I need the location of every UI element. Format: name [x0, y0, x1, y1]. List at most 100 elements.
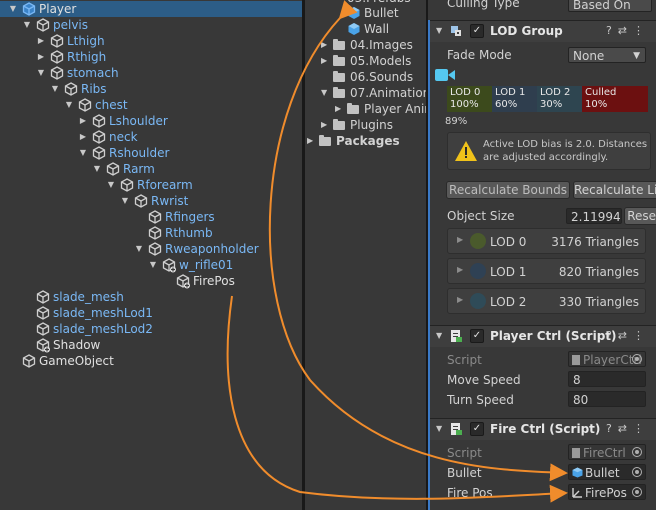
collapse-arrow-icon[interactable]: ▼	[64, 97, 74, 113]
hierarchy-item[interactable]: ▼ Rweaponholder	[0, 241, 302, 257]
turn-speed-field[interactable]: 80	[568, 391, 646, 407]
expand-arrow-icon[interactable]: ▶	[321, 37, 327, 53]
collapse-arrow-icon[interactable]: ▼	[36, 65, 46, 81]
hierarchy-item[interactable]: ▼ Rshoulder	[0, 145, 302, 161]
hierarchy-item[interactable]: GameObject	[0, 353, 302, 369]
component-header-icons[interactable]: ?⇄⋮	[606, 329, 650, 342]
enabled-checkbox[interactable]: ✓	[470, 422, 484, 436]
collapse-arrow-icon[interactable]: ▼	[8, 1, 18, 17]
project-item-label: Player Anim	[364, 102, 426, 116]
expand-arrow-icon[interactable]: ▶	[36, 49, 46, 65]
bullet-object-field[interactable]: Bullet	[568, 464, 646, 480]
collapse-arrow-icon[interactable]: ▼	[321, 85, 327, 101]
hierarchy-item[interactable]: slade_meshLod1	[0, 305, 302, 321]
fire-pos-object-field[interactable]: FirePos	[568, 484, 646, 500]
project-folder-item[interactable]: 06.Sounds	[305, 69, 426, 85]
help-icon[interactable]: ?	[606, 24, 618, 37]
kebab-menu-icon[interactable]: ⋮	[633, 329, 650, 342]
collapse-arrow-icon[interactable]: ▼	[78, 145, 88, 161]
lod-row-1[interactable]: ▶ LOD 1 820 Triangles	[447, 258, 646, 284]
hierarchy-item[interactable]: ▼ Player	[0, 1, 302, 17]
component-header-icons[interactable]: ?⇄⋮	[606, 24, 650, 37]
expand-arrow-icon[interactable]: ▶	[78, 129, 88, 145]
culling-type-dropdown[interactable]: Based On	[568, 0, 652, 12]
hierarchy-item[interactable]: Rfingers	[0, 209, 302, 225]
expand-arrow-icon[interactable]: ▶	[457, 265, 463, 274]
hierarchy-item[interactable]: ▼ Ribs	[0, 81, 302, 97]
hierarchy-item[interactable]: ▼ stomach	[0, 65, 302, 81]
project-folder-item[interactable]: ▶ 05.Models	[305, 53, 426, 69]
project-folder-item[interactable]: ▶ 04.Images	[305, 37, 426, 53]
project-folder-item[interactable]: ▶ Packages	[305, 133, 426, 149]
hierarchy-item[interactable]: FirePos	[0, 273, 302, 289]
preset-icon[interactable]: ⇄	[618, 422, 633, 435]
collapse-arrow-icon[interactable]: ▼	[120, 193, 130, 209]
lod-bar-level-2[interactable]: LOD 2 30%	[537, 86, 582, 112]
fade-mode-dropdown[interactable]: None ▼	[568, 47, 646, 63]
move-speed-field[interactable]: 8	[568, 371, 646, 387]
collapse-arrow-icon[interactable]: ▼	[106, 177, 116, 193]
hierarchy-item[interactable]: ▼ pelvis	[0, 17, 302, 33]
project-folder-item[interactable]: ▼ 07.Animation	[305, 85, 426, 101]
hierarchy-item[interactable]: ▼ chest	[0, 97, 302, 113]
reset-button[interactable]: Reset	[624, 207, 656, 225]
expand-arrow-icon[interactable]: ▶	[335, 101, 341, 117]
object-picker-icon[interactable]	[632, 467, 642, 477]
preset-icon[interactable]: ⇄	[618, 329, 633, 342]
collapse-arrow-icon[interactable]: ▼	[148, 257, 158, 273]
collapse-arrow-icon[interactable]: ▼	[50, 81, 60, 97]
hierarchy-item[interactable]: slade_mesh	[0, 289, 302, 305]
preset-icon[interactable]: ⇄	[618, 24, 633, 37]
hierarchy-item[interactable]: ▼ Rforearm	[0, 177, 302, 193]
collapse-arrow-icon[interactable]: ▼	[22, 17, 32, 33]
lod-row-name: LOD 2	[490, 295, 527, 309]
lod-bar-culled[interactable]: Culled 10%	[582, 86, 648, 112]
hierarchy-item[interactable]: Shadow	[0, 337, 302, 353]
expand-arrow-icon[interactable]: ▶	[321, 53, 327, 69]
hierarchy-item[interactable]: ▼ w_rifle01	[0, 257, 302, 273]
project-asset-item[interactable]: Wall	[305, 21, 426, 37]
expand-arrow-icon[interactable]: ▶	[457, 235, 463, 244]
lod-bar-level-1[interactable]: LOD 1 60%	[492, 86, 537, 112]
hierarchy-item[interactable]: ▼ Rarm	[0, 161, 302, 177]
project-folder-item[interactable]: ▶ Player Anim	[305, 101, 426, 117]
enabled-checkbox[interactable]: ✓	[470, 24, 484, 38]
camera-marker-icon[interactable]	[434, 66, 456, 84]
collapse-arrow-icon[interactable]: ▼	[92, 161, 102, 177]
fire-ctrl-header[interactable]: ▼ ✓ Fire Ctrl (Script) ?⇄⋮	[430, 418, 656, 440]
collapse-arrow-icon[interactable]: ▼	[436, 424, 442, 433]
expand-arrow-icon[interactable]: ▶	[78, 113, 88, 129]
project-asset-item[interactable]: Bullet	[305, 5, 426, 21]
hierarchy-item[interactable]: ▶ Lshoulder	[0, 113, 302, 129]
object-picker-icon[interactable]	[632, 487, 642, 497]
expand-arrow-icon[interactable]: ▶	[457, 295, 463, 304]
hierarchy-item[interactable]: slade_meshLod2	[0, 321, 302, 337]
lod-row-0[interactable]: ▶ LOD 0 3176 Triangles	[447, 228, 646, 254]
kebab-menu-icon[interactable]: ⋮	[633, 422, 650, 435]
help-icon[interactable]: ?	[606, 422, 618, 435]
object-size-field[interactable]: 2.119944	[566, 208, 622, 224]
hierarchy-item[interactable]: ▶ neck	[0, 129, 302, 145]
hierarchy-item[interactable]: ▶ Lthigh	[0, 33, 302, 49]
hierarchy-item[interactable]: ▼ Rwrist	[0, 193, 302, 209]
collapse-arrow-icon[interactable]: ▼	[134, 241, 144, 257]
recalculate-lightmap-button[interactable]: Recalculate Lightmap Scale	[573, 181, 656, 199]
hierarchy-item[interactable]: Rthumb	[0, 225, 302, 241]
lod-row-2[interactable]: ▶ LOD 2 330 Triangles	[447, 288, 646, 314]
recalculate-bounds-button[interactable]: Recalculate Bounds	[446, 181, 570, 199]
project-folder-item[interactable]: ▶ Plugins	[305, 117, 426, 133]
lod-group-header[interactable]: ▼ ✓ LOD Group ?⇄⋮	[430, 20, 656, 42]
collapse-arrow-icon[interactable]: ▼	[436, 331, 442, 340]
expand-arrow-icon[interactable]: ▶	[36, 33, 46, 49]
kebab-menu-icon[interactable]: ⋮	[633, 24, 650, 37]
component-header-icons[interactable]: ?⇄⋮	[606, 422, 650, 435]
hierarchy-item[interactable]: ▶ Rthigh	[0, 49, 302, 65]
enabled-checkbox[interactable]: ✓	[470, 329, 484, 343]
expand-arrow-icon[interactable]: ▶	[307, 133, 313, 149]
player-ctrl-header[interactable]: ▼ ✓ Player Ctrl (Script) ?⇄⋮	[430, 325, 656, 347]
help-icon[interactable]: ?	[606, 329, 618, 342]
collapse-arrow-icon[interactable]: ▼	[436, 26, 442, 35]
lod-bar-level-0[interactable]: LOD 0 100%	[447, 86, 492, 112]
hierarchy-item-label: w_rifle01	[179, 258, 234, 272]
expand-arrow-icon[interactable]: ▶	[321, 117, 327, 133]
